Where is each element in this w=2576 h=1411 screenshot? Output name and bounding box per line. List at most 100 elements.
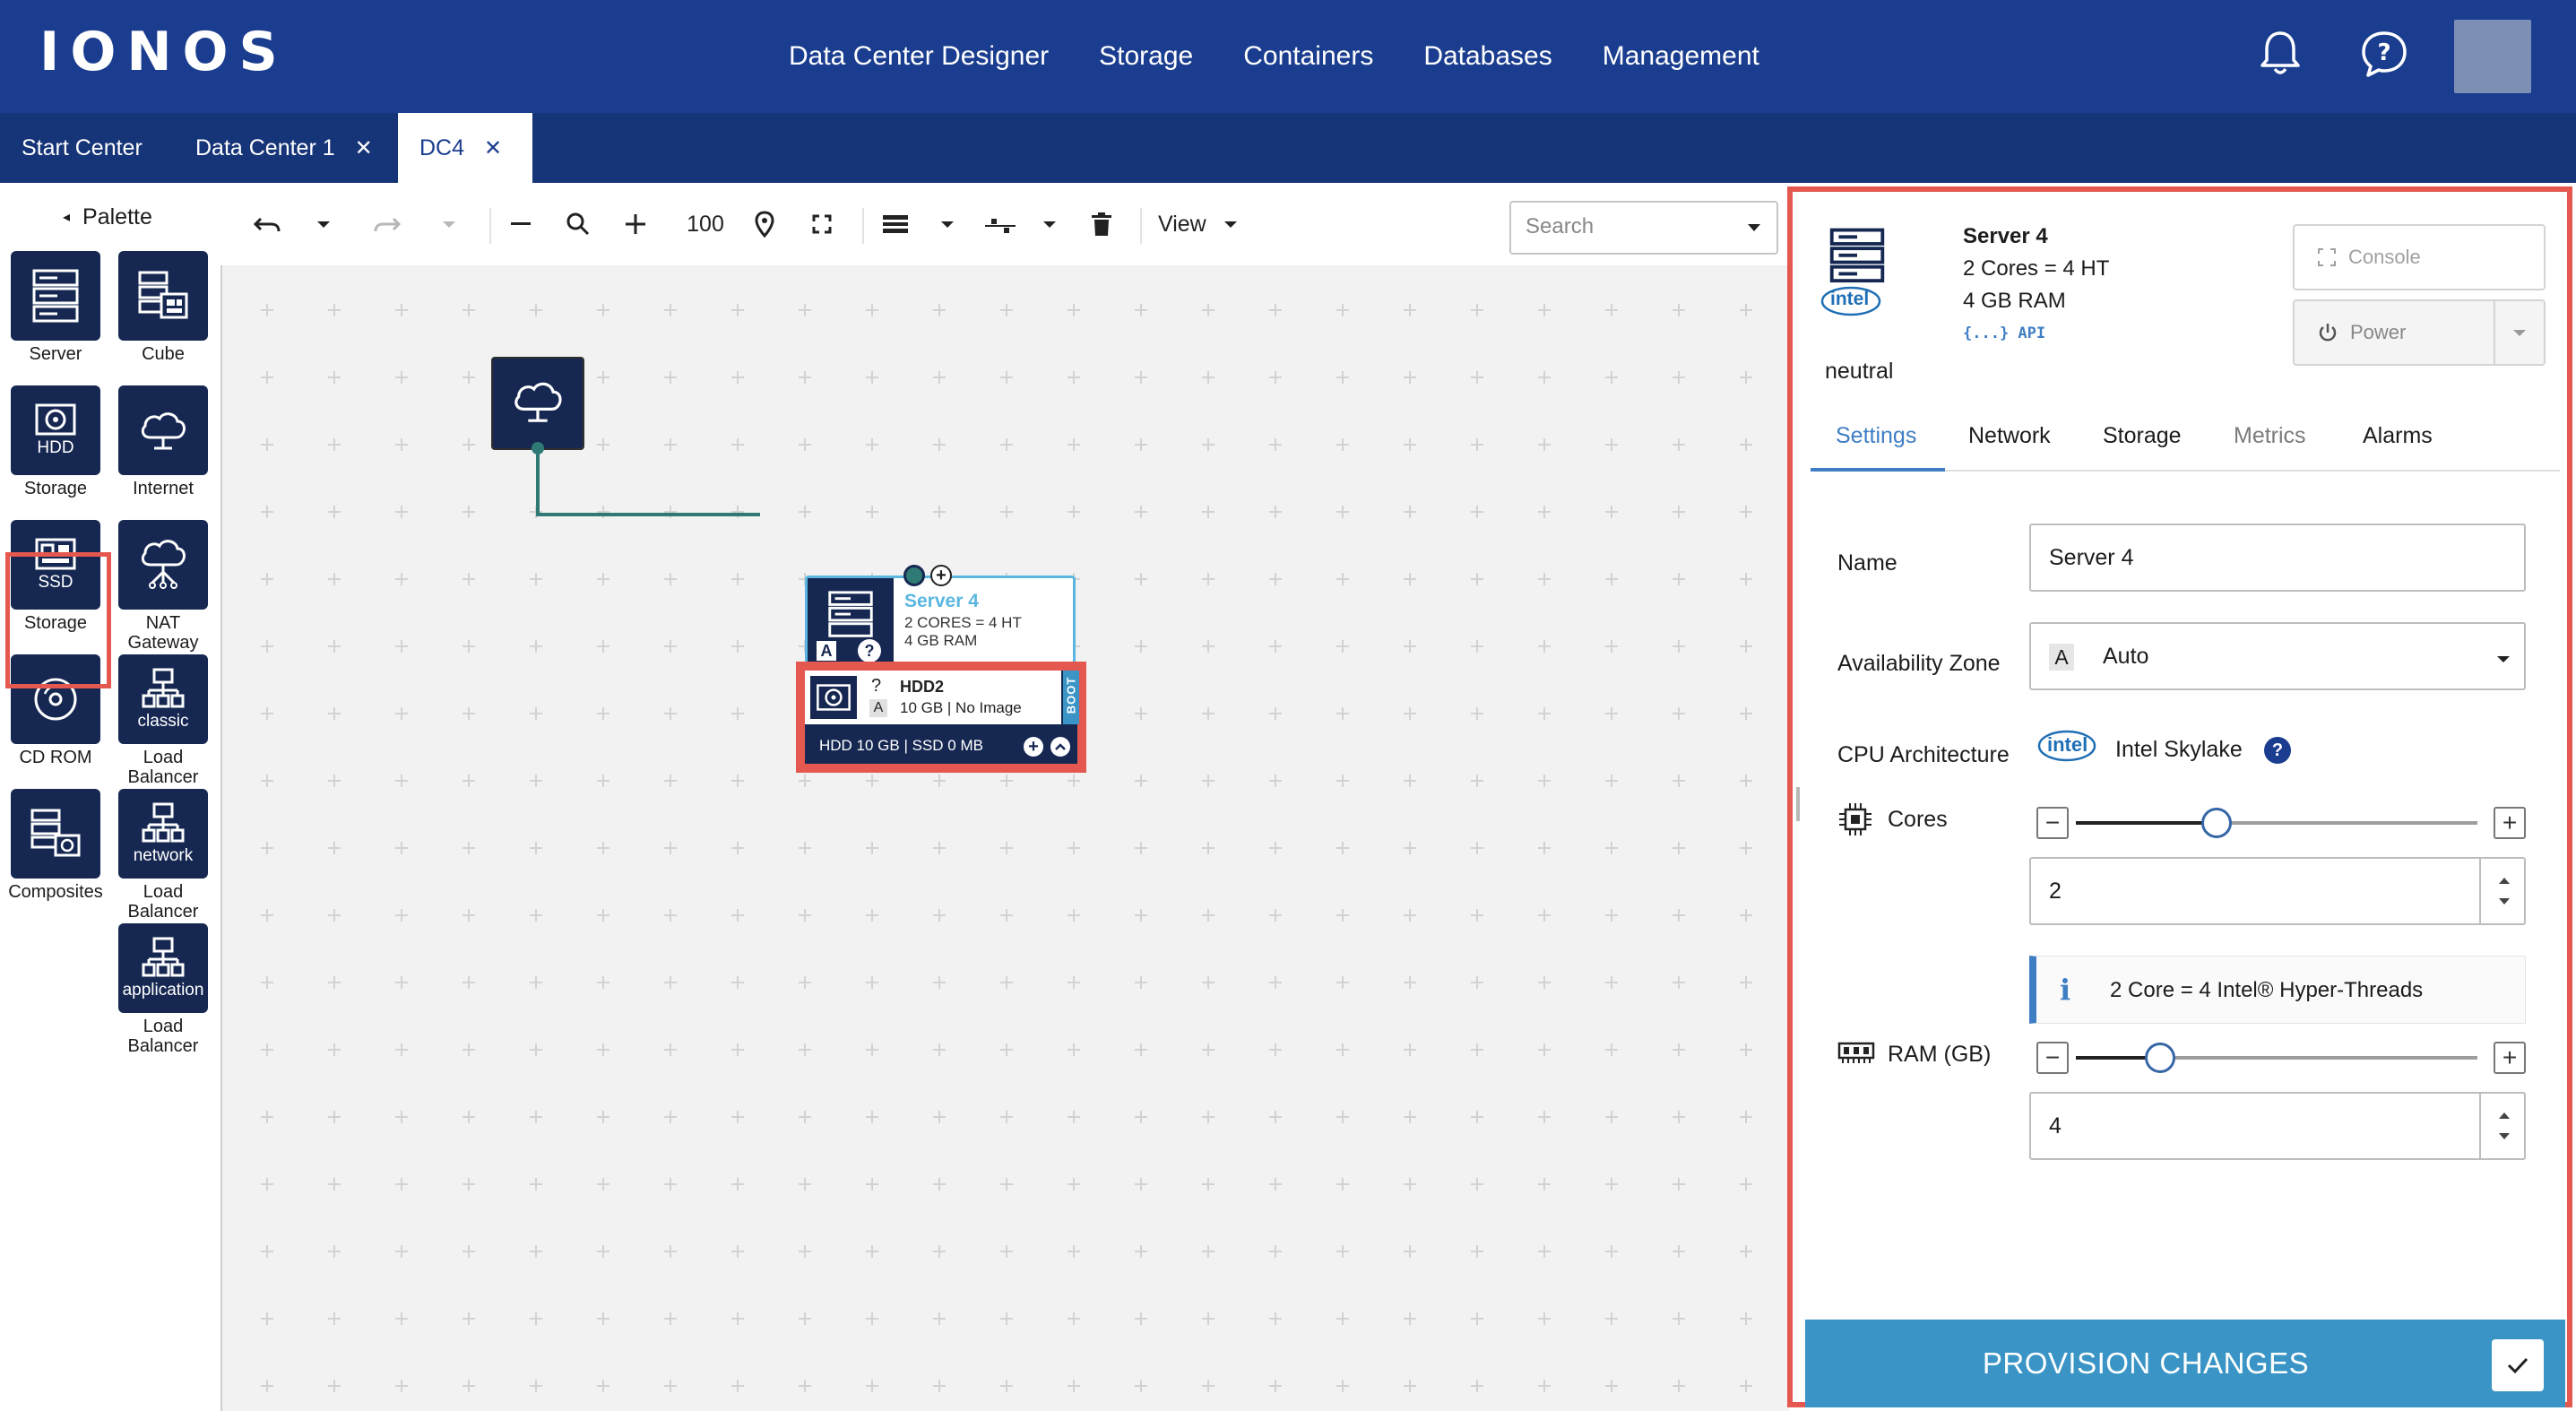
palette-toggle[interactable]: ◂ Palette bbox=[63, 204, 152, 230]
layers-dropdown-chevron-down-icon[interactable] bbox=[934, 208, 961, 240]
palette-label: Load Balancer bbox=[127, 1017, 199, 1056]
server-ram-summary: 4 GB RAM bbox=[1963, 289, 2066, 313]
add-nic-icon[interactable]: + bbox=[930, 565, 952, 586]
user-avatar[interactable] bbox=[2454, 20, 2531, 93]
align-icon[interactable] bbox=[982, 208, 1018, 240]
zoom-level[interactable]: 100 bbox=[674, 208, 737, 240]
redo-icon[interactable] bbox=[369, 208, 405, 240]
cores-number-input[interactable]: 2 bbox=[2029, 857, 2526, 925]
design-canvas[interactable]: A ? Server 4 2 CORES = 4 HT 4 GB RAM + ?… bbox=[222, 265, 1789, 1411]
tab-data-center-1[interactable]: Data Center 1 ✕ bbox=[174, 113, 394, 183]
hdd-details: 10 GB | No Image bbox=[900, 699, 1022, 716]
hdd-card-body: ? A HDD2 10 GB | No Image BOOT HDD 10 GB… bbox=[805, 671, 1079, 764]
zoom-out-icon[interactable] bbox=[507, 208, 534, 240]
panel-resize-handle[interactable] bbox=[1796, 787, 1800, 821]
ram-number-input[interactable]: 4 bbox=[2029, 1092, 2526, 1160]
chevron-left-icon: ◂ bbox=[63, 210, 71, 225]
search-input[interactable] bbox=[1511, 203, 1726, 251]
palette-item-nat-gateway[interactable]: NAT Gateway bbox=[109, 520, 217, 653]
tab-alarms[interactable]: Alarms bbox=[2363, 416, 2433, 472]
zoom-in-icon[interactable] bbox=[622, 208, 649, 240]
network-connector[interactable] bbox=[222, 265, 760, 624]
fullscreen-icon bbox=[2318, 248, 2336, 266]
ionos-logo[interactable]: IONOS bbox=[39, 25, 289, 79]
nav-databases[interactable]: Databases bbox=[1423, 34, 1552, 79]
palette-item-network-load-balancer[interactable]: network Load Balancer bbox=[109, 789, 217, 922]
add-volume-icon[interactable]: + bbox=[1024, 737, 1043, 757]
network-port[interactable] bbox=[903, 565, 925, 586]
fit-to-screen-icon[interactable] bbox=[808, 208, 835, 240]
ram-increase-button[interactable]: + bbox=[2494, 1042, 2526, 1074]
server-node-name: Server 4 bbox=[904, 591, 979, 611]
intel-logo: intel bbox=[2036, 726, 2097, 766]
palette-item-application-load-balancer[interactable]: application Load Balancer bbox=[109, 923, 217, 1056]
ram-spinner[interactable] bbox=[2479, 1094, 2524, 1158]
view-menu[interactable]: View bbox=[1158, 208, 1266, 240]
nav-containers[interactable]: Containers bbox=[1243, 34, 1373, 79]
undo-icon[interactable] bbox=[249, 208, 285, 240]
ram-slider-thumb[interactable] bbox=[2145, 1043, 2176, 1073]
palette-item-server[interactable]: Server bbox=[2, 251, 109, 364]
storage-summary: HDD 10 GB | SSD 0 MB bbox=[819, 737, 983, 754]
cores-spinner[interactable] bbox=[2479, 859, 2524, 923]
bell-icon[interactable] bbox=[2253, 27, 2307, 81]
palette-item-cube[interactable]: Cube bbox=[109, 251, 217, 364]
spin-up-icon[interactable] bbox=[2499, 1112, 2510, 1119]
tab-dc4[interactable]: DC4 ✕ bbox=[398, 113, 532, 183]
palette-item-classic-load-balancer[interactable]: classic Load Balancer bbox=[109, 654, 217, 787]
server-node-card[interactable]: A ? Server 4 2 CORES = 4 HT 4 GB RAM bbox=[805, 576, 1076, 665]
help-bubble-icon[interactable]: ? bbox=[2357, 27, 2411, 81]
tab-start-center[interactable]: Start Center bbox=[0, 113, 164, 183]
cores-decrease-button[interactable]: − bbox=[2036, 807, 2069, 839]
cpu-chip-icon bbox=[1837, 801, 1873, 842]
palette-label: NAT Gateway bbox=[127, 613, 199, 653]
magnifier-icon[interactable] bbox=[563, 208, 593, 240]
power-button[interactable]: Power bbox=[2293, 299, 2546, 366]
palette-item-composites[interactable]: Composites bbox=[2, 789, 109, 902]
checkmark-icon bbox=[2507, 1357, 2528, 1374]
align-dropdown-chevron-down-icon[interactable] bbox=[1036, 208, 1063, 240]
server-node-ram: 4 GB RAM bbox=[904, 632, 978, 649]
layers-list-icon[interactable] bbox=[880, 208, 911, 240]
help-icon[interactable]: ? bbox=[2264, 737, 2291, 764]
undo-dropdown-chevron-down-icon[interactable] bbox=[310, 208, 337, 240]
cores-slider-thumb[interactable] bbox=[2200, 808, 2232, 838]
collapse-chevron-up-icon[interactable] bbox=[1050, 737, 1070, 757]
search-select[interactable] bbox=[1509, 201, 1778, 255]
palette-item-hdd-storage[interactable]: HDD Storage bbox=[2, 385, 109, 498]
provision-changes-bar[interactable]: PROVISION CHANGES bbox=[1805, 1320, 2565, 1407]
availability-zone-select[interactable]: A Auto bbox=[2029, 622, 2526, 690]
api-link[interactable]: {...} API bbox=[1963, 325, 2045, 342]
svg-text:?: ? bbox=[2377, 39, 2390, 66]
close-icon[interactable]: ✕ bbox=[484, 135, 502, 161]
tab-label: DC4 bbox=[419, 134, 465, 160]
composites-icon bbox=[11, 789, 100, 879]
name-input[interactable]: Server 4 bbox=[2029, 524, 2526, 592]
hdd-volume-card[interactable]: ? A HDD2 10 GB | No Image BOOT HDD 10 GB… bbox=[796, 662, 1086, 773]
tab-storage[interactable]: Storage bbox=[2103, 416, 2182, 472]
hdd-name: HDD2 bbox=[900, 678, 945, 696]
redo-dropdown-chevron-down-icon[interactable] bbox=[436, 208, 462, 240]
cores-increase-button[interactable]: + bbox=[2494, 807, 2526, 839]
spin-down-icon[interactable] bbox=[2499, 898, 2510, 905]
provision-confirm-button[interactable] bbox=[2492, 1339, 2544, 1391]
tab-settings[interactable]: Settings bbox=[1811, 416, 1945, 472]
nav-storage[interactable]: Storage bbox=[1099, 34, 1193, 79]
boot-label: BOOT bbox=[1064, 676, 1078, 714]
console-button[interactable]: Console bbox=[2293, 224, 2546, 290]
spin-up-icon[interactable] bbox=[2499, 877, 2510, 884]
trash-icon[interactable] bbox=[1088, 208, 1115, 240]
palette-item-internet[interactable]: Internet bbox=[109, 385, 217, 498]
server-icon bbox=[828, 591, 873, 637]
palette-label: Storage bbox=[23, 479, 88, 498]
nav-data-center-designer[interactable]: Data Center Designer bbox=[789, 34, 1049, 79]
chevron-down-icon[interactable] bbox=[1748, 224, 1760, 231]
ram-decrease-button[interactable]: − bbox=[2036, 1042, 2069, 1074]
power-dropdown-chevron-down-icon[interactable] bbox=[2494, 301, 2544, 364]
tab-network[interactable]: Network bbox=[1968, 416, 2051, 472]
close-icon[interactable]: ✕ bbox=[355, 135, 373, 161]
map-pin-icon[interactable] bbox=[751, 208, 778, 240]
spin-down-icon[interactable] bbox=[2499, 1133, 2510, 1140]
nav-management[interactable]: Management bbox=[1603, 34, 1759, 79]
tab-metrics[interactable]: Metrics bbox=[2234, 416, 2306, 472]
